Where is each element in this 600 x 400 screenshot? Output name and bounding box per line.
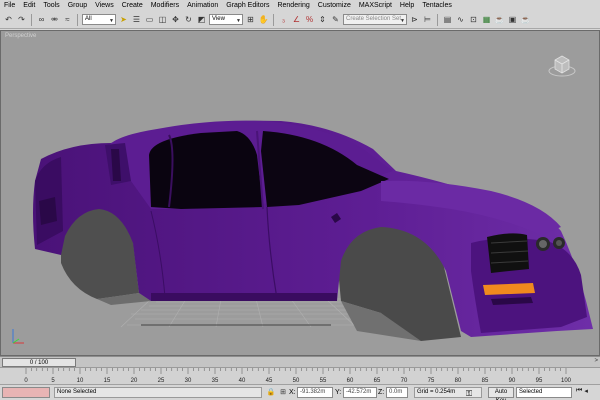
snap-toggle-icon[interactable]: ₃: [278, 13, 289, 26]
select-rotate-icon[interactable]: ↻: [183, 13, 194, 26]
frame-ruler: 0 5 10 15 20 25 30 35 40 45 50 55 60 65 70 75 80 85 90 95 10…: [24, 368, 572, 384]
menu-item-maxscript[interactable]: MAXScript: [359, 0, 392, 11]
main-toolbar: ↶ ↷ ∞ ⚮ ≈ All ▼ ➤ ☰ ▭ ◫ ✥ ↻ ◩ View ▼ ⊞ ✋…: [0, 11, 600, 29]
quick-render-icon[interactable]: ☕: [520, 13, 531, 26]
menu-bar: File Edit Tools Group Views Create Modifiers An…: [0, 0, 600, 11]
track-bar[interactable]: 0 5 10 15 20 25 30 35 40 45 50 55 60 65 70 75 80 85 90 95 10…: [0, 367, 600, 384]
playback-controls: ⏮ ◂: [576, 387, 598, 398]
angle-snap-icon[interactable]: ∠: [291, 13, 302, 26]
schematic-view-icon[interactable]: ⊡: [468, 13, 479, 26]
chevron-down-icon: ▼: [109, 18, 114, 24]
reference-coordinate-value: View: [212, 16, 225, 22]
menu-item-customize[interactable]: Customize: [318, 0, 351, 11]
menu-item-graph-editors[interactable]: Graph Editors: [226, 0, 269, 11]
select-object-icon[interactable]: ➤: [118, 13, 129, 26]
status-bar: None Selected 🔒 ⊞ X: -91.382m Y: -42.572…: [0, 384, 600, 400]
perspective-viewport[interactable]: Perspective: [0, 30, 600, 356]
menu-item-modifiers[interactable]: Modifiers: [151, 0, 179, 11]
toolbar-separator: [273, 13, 274, 26]
redo-icon[interactable]: ↷: [16, 13, 27, 26]
link-icon[interactable]: ∞: [36, 13, 47, 26]
auto-key-button[interactable]: Auto Key: [488, 387, 514, 400]
menu-item-help[interactable]: Help: [400, 0, 414, 11]
menu-item-tools[interactable]: Tools: [43, 0, 59, 11]
previous-frame-icon[interactable]: ◂: [584, 387, 588, 398]
spinner-snap-icon[interactable]: ⇕: [317, 13, 328, 26]
select-scale-icon[interactable]: ◩: [196, 13, 207, 26]
manipulate-icon[interactable]: ✋: [258, 13, 269, 26]
menu-item-views[interactable]: Views: [95, 0, 114, 11]
named-selection-edit-icon[interactable]: ✎: [330, 13, 341, 26]
selection-status: None Selected: [54, 387, 262, 398]
key-filter-dropdown[interactable]: Selected: [516, 387, 572, 398]
pivot-icon[interactable]: ⊞: [245, 13, 256, 26]
rectangular-selection-icon[interactable]: ▭: [144, 13, 155, 26]
frame-counter: 0 / 100: [29, 360, 49, 366]
viewcube-icon[interactable]: [547, 51, 577, 81]
y-coord-label: Y:: [335, 389, 342, 396]
toolbar-separator: [31, 13, 32, 26]
set-key-icon[interactable]: ⚿: [466, 389, 472, 399]
render-setup-icon[interactable]: ☕: [494, 13, 505, 26]
menu-item-tentacles[interactable]: Tentacles: [422, 0, 452, 11]
chevron-down-icon: ▼: [400, 18, 405, 24]
select-by-name-icon[interactable]: ☰: [131, 13, 142, 26]
selection-filter-value: All: [85, 16, 92, 22]
x-coord-label: X:: [289, 389, 296, 396]
absolute-mode-icon[interactable]: ⊞: [278, 387, 288, 398]
layer-manager-icon[interactable]: ▤: [442, 13, 453, 26]
menu-item-create[interactable]: Create: [122, 0, 143, 11]
mirror-icon[interactable]: ⊳: [409, 13, 420, 26]
x-coord-field[interactable]: -91.382m: [297, 387, 333, 398]
toolbar-separator: [437, 13, 438, 26]
percent-snap-icon[interactable]: %: [304, 13, 315, 26]
undo-icon[interactable]: ↶: [3, 13, 14, 26]
menu-item-rendering[interactable]: Rendering: [277, 0, 309, 11]
render-frame-icon[interactable]: ▣: [507, 13, 518, 26]
y-coord-field[interactable]: -42.572m: [343, 387, 377, 398]
curve-editor-icon[interactable]: ∿: [455, 13, 466, 26]
reference-coordinate-dropdown[interactable]: View ▼: [209, 14, 243, 25]
menu-item-group[interactable]: Group: [68, 0, 87, 11]
time-slider[interactable]: 0 / 100 >: [0, 356, 600, 367]
material-editor-icon[interactable]: ▦: [481, 13, 492, 26]
axis-tripod-icon: [12, 329, 24, 344]
chevron-down-icon: ▼: [236, 18, 241, 24]
toolbar-separator: [77, 13, 78, 26]
scene-render: [33, 120, 593, 341]
named-selection-placeholder: Create Selection Set: [346, 16, 402, 22]
select-move-icon[interactable]: ✥: [170, 13, 181, 26]
lock-selection-icon[interactable]: 🔒: [266, 387, 276, 398]
window-crossing-icon[interactable]: ◫: [157, 13, 168, 26]
maxscript-listener-field[interactable]: [2, 387, 50, 398]
bind-space-warp-icon[interactable]: ≈: [62, 13, 73, 26]
next-frame-arrow[interactable]: >: [594, 358, 598, 364]
unlink-icon[interactable]: ⚮: [49, 13, 60, 26]
named-selection-set-dropdown[interactable]: Create Selection Set ▼: [343, 14, 407, 25]
selection-filter-dropdown[interactable]: All ▼: [82, 14, 116, 25]
viewport-label[interactable]: Perspective: [5, 33, 36, 39]
z-coord-field[interactable]: 0.0m: [386, 387, 408, 398]
z-coord-label: Z:: [378, 389, 385, 396]
menu-item-file[interactable]: File: [4, 0, 15, 11]
time-slider-thumb[interactable]: 0 / 100: [2, 358, 76, 367]
align-icon[interactable]: ⊨: [422, 13, 433, 26]
go-to-start-icon[interactable]: ⏮: [576, 387, 582, 398]
menu-item-edit[interactable]: Edit: [23, 0, 35, 11]
menu-item-animation[interactable]: Animation: [187, 0, 218, 11]
